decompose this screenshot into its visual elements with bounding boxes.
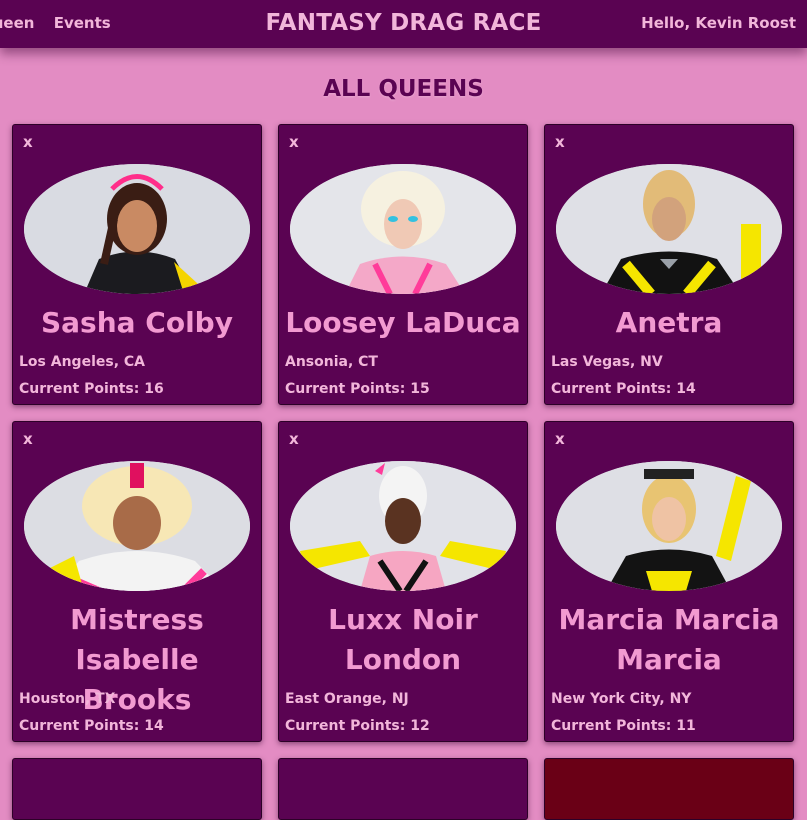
- queen-photo: [556, 164, 782, 294]
- queen-card[interactable]: x Luxx Noir London East Orange, NJ Curre…: [278, 421, 528, 742]
- remove-queen-button[interactable]: x: [555, 430, 565, 448]
- user-greeting[interactable]: Hello, Kevin Roost: [641, 14, 796, 32]
- queen-photo: [24, 461, 250, 591]
- queen-points: Current Points: 12: [285, 718, 430, 734]
- queen-card-partial[interactable]: [278, 758, 528, 820]
- queen-points: Current Points: 11: [551, 718, 696, 734]
- queen-card[interactable]: x Loosey LaDuca Ansonia, CT Current Poin…: [278, 124, 528, 405]
- remove-queen-button[interactable]: x: [555, 133, 565, 151]
- queen-hometown: Ansonia, CT: [285, 354, 378, 370]
- queen-name: Luxx Noir London: [328, 603, 478, 676]
- top-nav-bar: Queen Events FANTASY DRAG RACE Hello, Ke…: [0, 0, 807, 48]
- queen-name: Loosey LaDuca: [285, 306, 521, 339]
- queen-hometown: Los Angeles, CA: [19, 354, 145, 370]
- queen-card[interactable]: x Marcia Marcia Marcia New York City, NY…: [544, 421, 794, 742]
- remove-queen-button[interactable]: x: [23, 430, 33, 448]
- queen-name: Marcia Marcia Marcia: [558, 603, 780, 676]
- queen-points: Current Points: 16: [19, 381, 164, 397]
- queen-hometown: East Orange, NJ: [285, 691, 409, 707]
- queen-card[interactable]: x Anetra Las Vegas, NV Current Points: 1…: [544, 124, 794, 405]
- queen-hometown: New York City, NY: [551, 691, 692, 707]
- page-title: ALL QUEENS: [323, 76, 484, 102]
- queen-photo: [556, 461, 782, 591]
- queen-hometown: Las Vegas, NV: [551, 354, 663, 370]
- queen-card[interactable]: x Sasha Colby Los Angeles, CA Current Po…: [12, 124, 262, 405]
- remove-queen-button[interactable]: x: [23, 133, 33, 151]
- queen-photo: [290, 164, 516, 294]
- queen-photo: [24, 164, 250, 294]
- queen-card-partial[interactable]: [12, 758, 262, 820]
- queen-name: Sasha Colby: [41, 306, 233, 339]
- queen-points: Current Points: 15: [285, 381, 430, 397]
- queen-card[interactable]: x Mistress Isabelle Brooks Houston, TX C…: [12, 421, 262, 742]
- queen-name: Anetra: [615, 306, 723, 339]
- queen-hometown: Houston, TX: [19, 691, 116, 707]
- queen-points: Current Points: 14: [551, 381, 696, 397]
- queen-photo: [290, 461, 516, 591]
- remove-queen-button[interactable]: x: [289, 430, 299, 448]
- queen-points: Current Points: 14: [19, 718, 164, 734]
- remove-queen-button[interactable]: x: [289, 133, 299, 151]
- queen-card-partial[interactable]: [544, 758, 794, 820]
